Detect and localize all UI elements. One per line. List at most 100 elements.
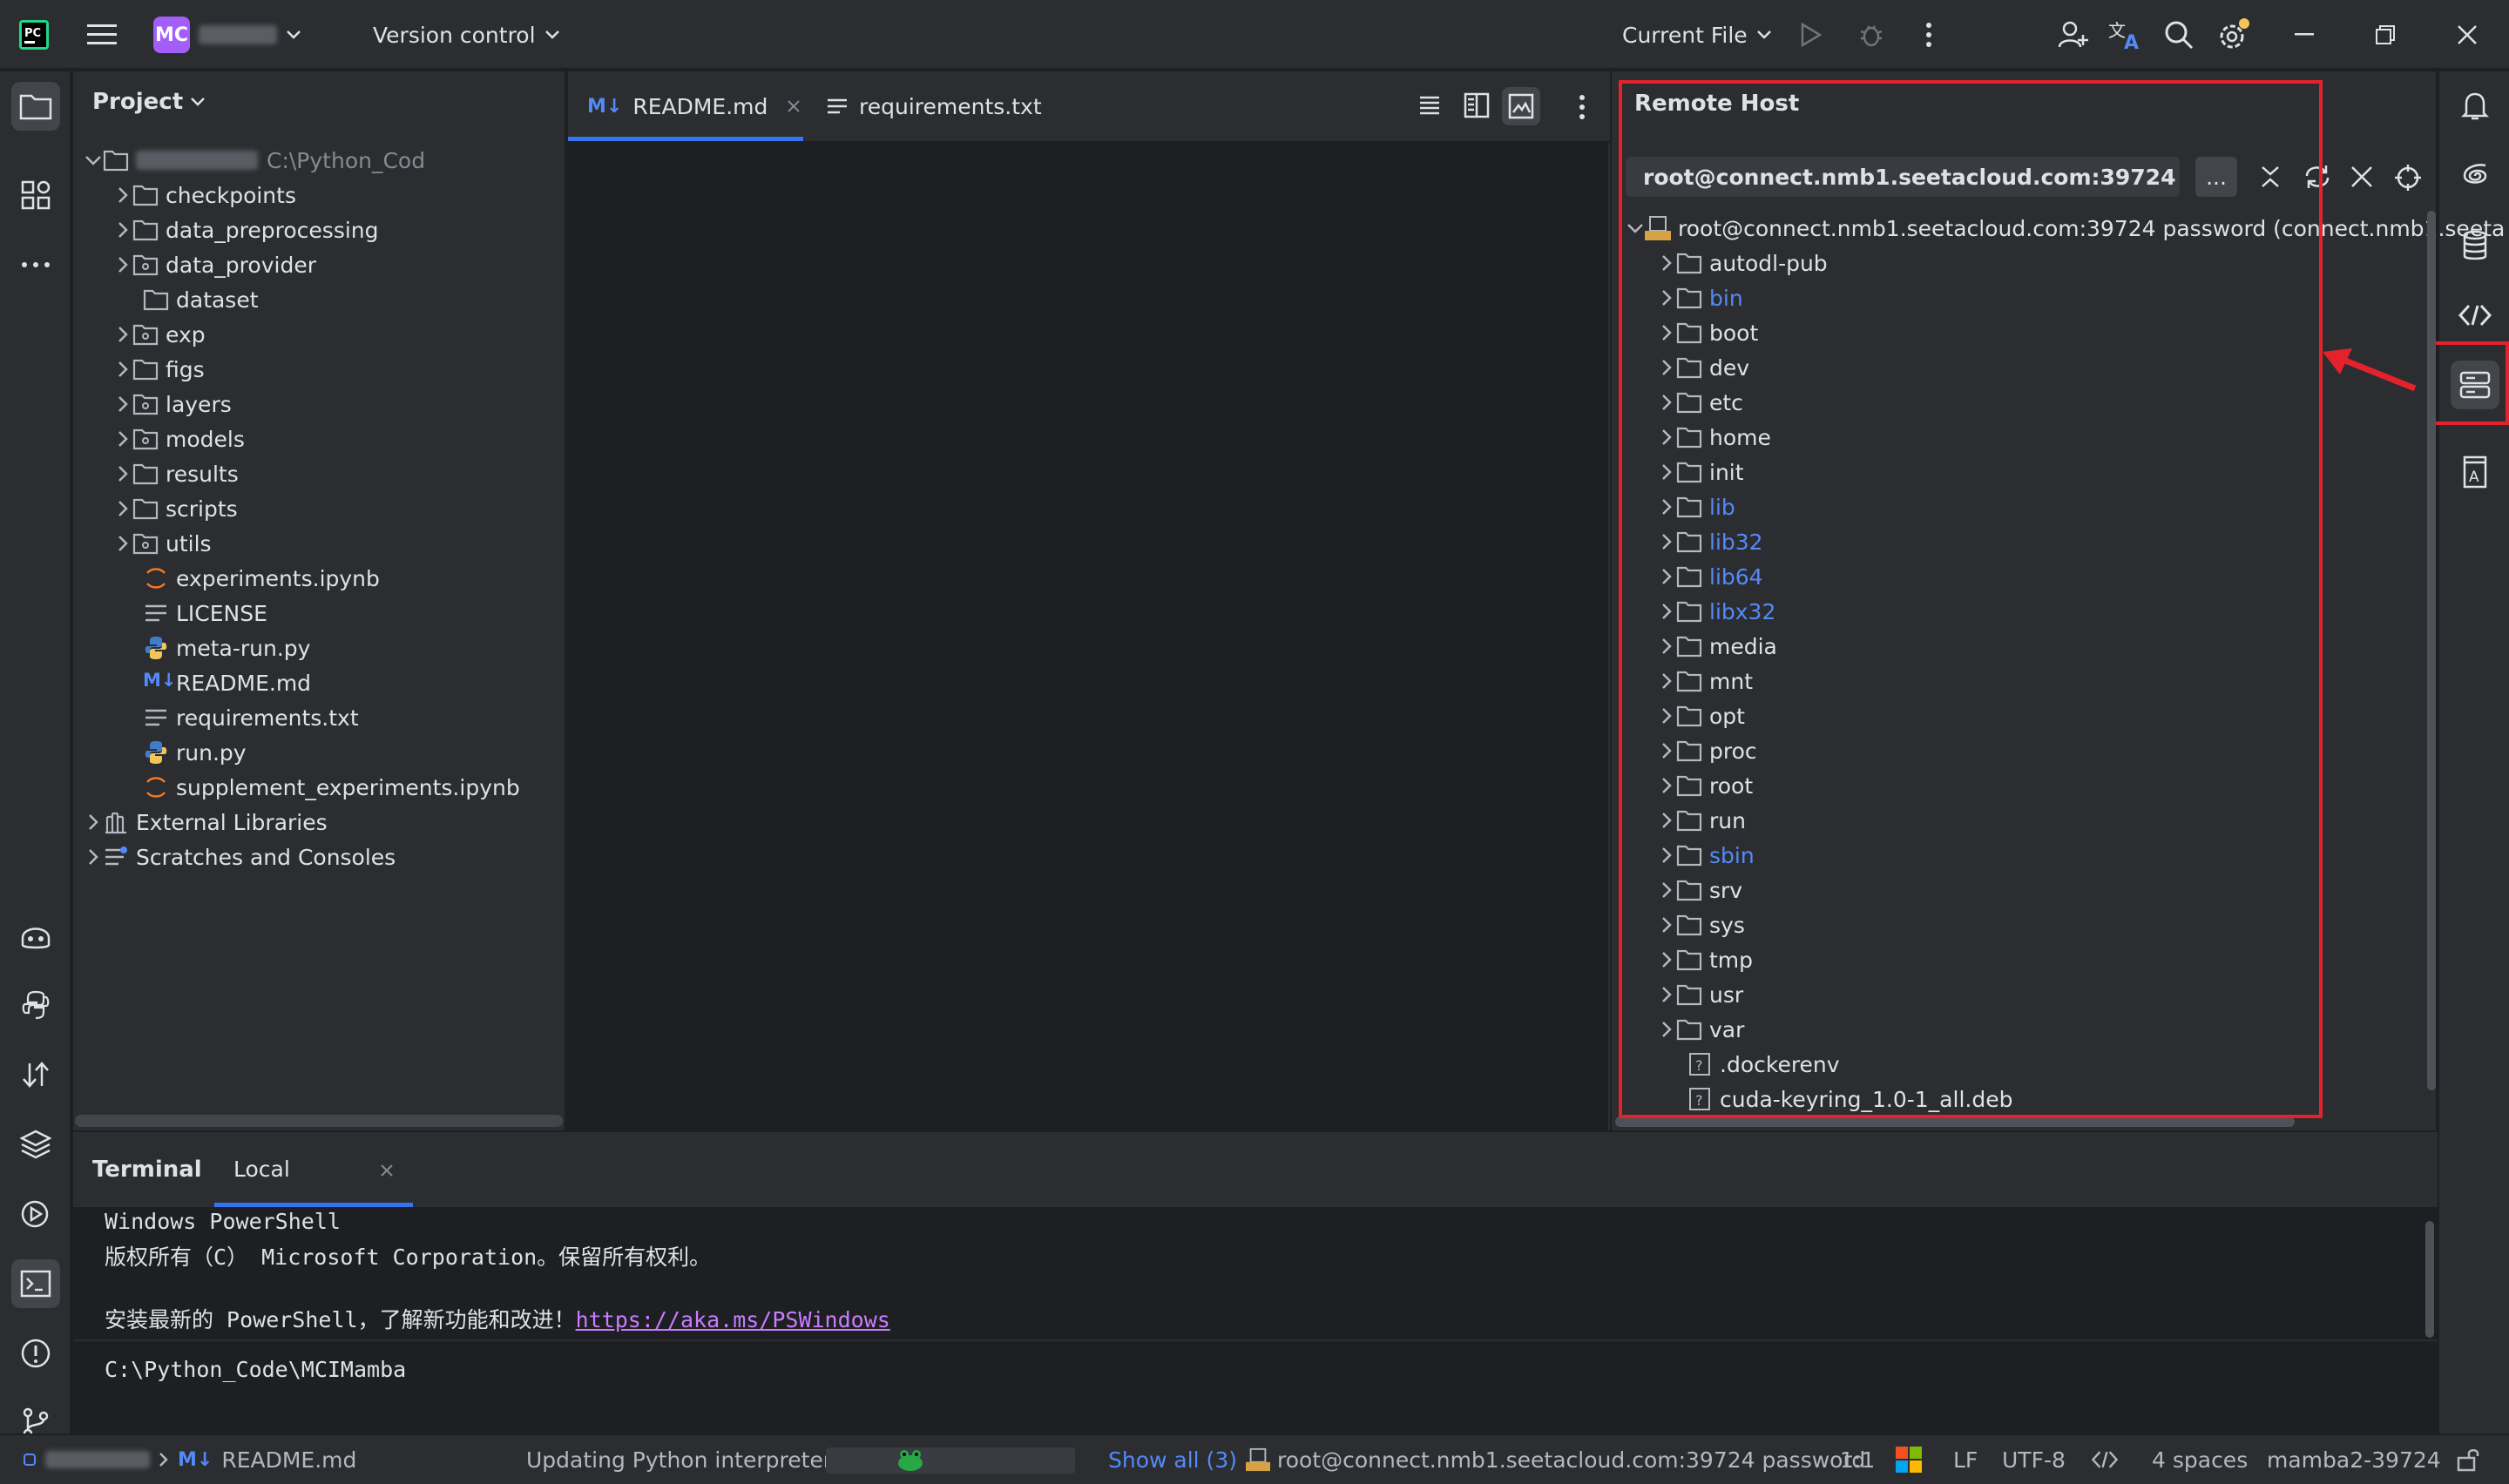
ai-assistant-spiral-icon[interactable] xyxy=(2451,152,2499,200)
chevron-right-icon xyxy=(118,222,128,238)
python-interpreter[interactable]: mamba2-39724 xyxy=(2267,1435,2441,1484)
disconnect-icon[interactable] xyxy=(2350,165,2373,188)
caret-position[interactable]: 1:1 xyxy=(1840,1435,1875,1484)
breadcrumb[interactable]: M↓ README.md xyxy=(23,1435,356,1484)
tab-requirements[interactable]: requirements.txt xyxy=(826,71,1042,141)
library-icon xyxy=(105,812,126,834)
tree-folder[interactable]: exp xyxy=(113,317,206,352)
run-config-label: Current File xyxy=(1622,22,1748,48)
project-horizontal-scrollbar[interactable] xyxy=(75,1115,563,1127)
highlight-remote-host-panel xyxy=(1619,80,2323,1118)
run-config-selector[interactable]: Current File xyxy=(1622,0,1772,70)
main-menu-icon[interactable] xyxy=(87,0,117,70)
terminal-tab-local[interactable]: Local xyxy=(214,1134,413,1207)
tree-folder[interactable]: data_preprocessing xyxy=(113,212,379,247)
terminal-scrollbar[interactable] xyxy=(2425,1221,2434,1338)
version-control-menu[interactable]: Version control xyxy=(373,0,560,70)
tree-folder[interactable]: figs xyxy=(113,352,205,387)
file-encoding[interactable]: UTF-8 xyxy=(2002,1435,2066,1484)
right-tool-strip: A xyxy=(2438,71,2509,1433)
project-panel-header[interactable]: Project xyxy=(92,89,206,115)
remote-connection-status[interactable]: root@connect.nmb1.seetacloud.com:39724 p… xyxy=(1246,1435,1865,1484)
code-style-icon[interactable] xyxy=(2091,1435,2119,1484)
sftp-server-icon xyxy=(1246,1447,1270,1472)
annotation-arrow-icon xyxy=(2323,348,2417,392)
tree-folder-label: data_provider xyxy=(166,252,316,278)
tree-file[interactable]: supplement_experiments.ipynb xyxy=(113,770,520,805)
remote-vertical-scrollbar[interactable] xyxy=(2427,211,2436,1090)
endpoints-icon[interactable] xyxy=(2451,291,2499,340)
vcs-updates-icon[interactable] xyxy=(11,1050,60,1099)
tree-external-libraries[interactable]: External Libraries xyxy=(84,805,328,840)
services-icon[interactable] xyxy=(11,1190,60,1238)
locate-icon[interactable] xyxy=(2394,164,2422,192)
powershell-link[interactable]: https://aka.ms/PSWindows xyxy=(576,1307,890,1332)
markdown-file-icon: M↓ xyxy=(178,1448,213,1471)
search-icon[interactable] xyxy=(2164,0,2194,70)
left-tool-strip xyxy=(0,71,71,1439)
tree-file[interactable]: LICENSE xyxy=(113,596,267,631)
translate-icon[interactable]: 文A xyxy=(2108,0,2143,70)
python-file-icon xyxy=(145,637,167,659)
reader-mode-list-icon[interactable] xyxy=(1418,94,1441,117)
package-folder-icon xyxy=(132,324,159,346)
show-all-tasks-link[interactable]: Show all (3) xyxy=(1108,1435,1237,1484)
layers-icon[interactable] xyxy=(11,1120,60,1169)
structure-icon[interactable] xyxy=(11,171,60,219)
tree-file[interactable]: M↓ README.md xyxy=(113,665,311,700)
add-user-icon[interactable] xyxy=(2058,0,2089,70)
restore-icon[interactable] xyxy=(2375,0,2396,70)
split-view-icon[interactable] xyxy=(1464,92,1490,118)
status-bar: M↓ README.md Updating Python interpreter… xyxy=(0,1433,2509,1484)
terminal-header: Terminal Local xyxy=(73,1134,2438,1207)
tree-folder[interactable]: results xyxy=(113,456,239,491)
tree-scratches[interactable]: Scratches and Consoles xyxy=(84,840,396,874)
copilot-icon[interactable] xyxy=(11,911,60,960)
preview-mode-icon[interactable] xyxy=(1502,87,1540,125)
tree-file[interactable]: meta-run.py xyxy=(113,631,310,665)
tree-folder[interactable]: utils xyxy=(113,526,212,561)
text-file-icon xyxy=(145,604,166,622)
dictionary-icon[interactable]: A xyxy=(2451,448,2499,496)
tree-folder[interactable]: dataset xyxy=(113,282,259,317)
tree-file[interactable]: requirements.txt xyxy=(113,700,359,735)
tree-folder[interactable]: models xyxy=(113,422,245,456)
minimize-icon[interactable] xyxy=(2295,0,2314,70)
project-tool-folder-icon[interactable] xyxy=(11,82,60,131)
close-tab-icon[interactable] xyxy=(787,99,801,113)
line-separator[interactable]: LF xyxy=(1953,1435,1978,1484)
run-icon[interactable] xyxy=(1800,0,1823,70)
indent-setting[interactable]: 4 spaces xyxy=(2152,1435,2248,1484)
tree-folder[interactable]: checkpoints xyxy=(113,178,296,212)
tree-root[interactable]: C:\Python_Cod xyxy=(84,143,425,178)
python-console-icon[interactable] xyxy=(11,981,60,1029)
terminal-tool-icon[interactable] xyxy=(11,1259,60,1308)
tree-file[interactable]: experiments.ipynb xyxy=(113,561,380,596)
more-tools-icon[interactable] xyxy=(11,240,60,289)
terminal-prompt[interactable]: C:\Python_Code\MCIMamba xyxy=(105,1357,406,1382)
close-window-icon[interactable] xyxy=(2457,0,2478,70)
settings-gear-icon[interactable] xyxy=(2216,0,2251,70)
tab-readme[interactable]: M↓ README.md xyxy=(568,71,803,141)
tree-folder-label: scripts xyxy=(166,496,238,522)
terminal-line: 版权所有（C） Microsoft Corporation。保留所有权利。 xyxy=(105,1245,712,1270)
windows-logo-icon[interactable] xyxy=(1896,1435,1922,1484)
editor-area[interactable] xyxy=(568,143,1610,1130)
project-switcher[interactable]: MC xyxy=(153,0,301,70)
chevron-down-icon xyxy=(544,30,559,39)
tree-file-label: LICENSE xyxy=(176,600,267,626)
close-tab-icon[interactable] xyxy=(380,1164,394,1177)
tree-folder[interactable]: scripts xyxy=(113,491,238,526)
more-actions-icon[interactable] xyxy=(1925,0,1932,70)
svg-text:A: A xyxy=(2124,32,2139,51)
chevron-right-icon xyxy=(118,327,128,342)
problems-icon[interactable] xyxy=(11,1329,60,1378)
tree-folder[interactable]: data_provider xyxy=(113,247,316,282)
notifications-bell-icon[interactable] xyxy=(2451,82,2499,131)
debug-icon[interactable] xyxy=(1857,0,1885,70)
tree-folder[interactable]: layers xyxy=(113,387,232,422)
editor-more-icon[interactable] xyxy=(1579,94,1586,120)
app-logo-icon[interactable]: PC xyxy=(19,0,49,70)
lock-icon[interactable] xyxy=(2457,1435,2479,1484)
tree-file[interactable]: run.py xyxy=(113,735,247,770)
